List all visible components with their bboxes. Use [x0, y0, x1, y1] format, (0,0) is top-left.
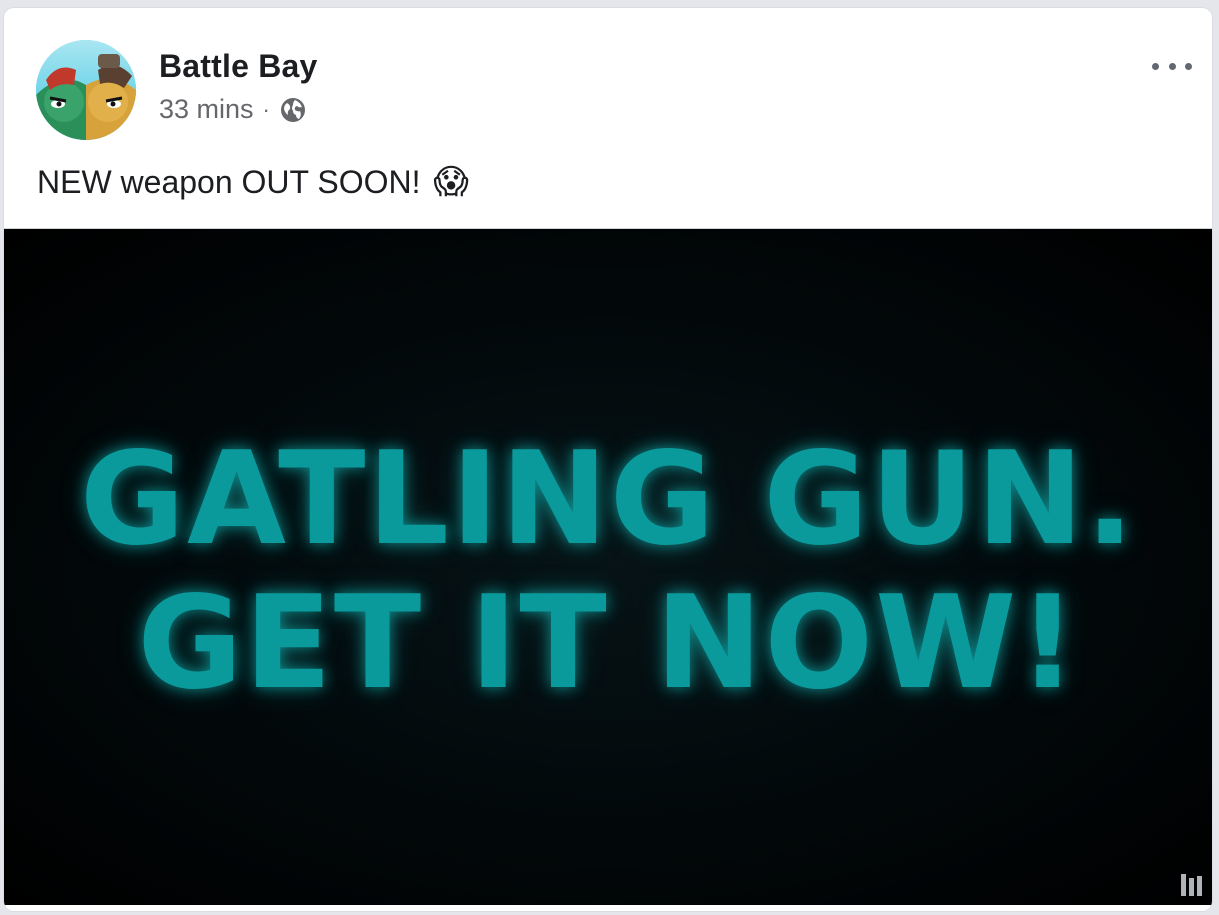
post-card: Battle Bay 33 mins · NEW weapon OUT SOON…	[4, 8, 1212, 911]
page-avatar[interactable]	[36, 40, 136, 140]
bar	[1197, 876, 1202, 896]
meta-separator: ·	[262, 96, 270, 122]
post-time[interactable]: 33 mins	[159, 94, 254, 125]
scream-emoji: 😱	[433, 163, 469, 201]
video-bars-icon[interactable]	[1181, 874, 1202, 896]
more-options-icon[interactable]	[1152, 54, 1192, 78]
more-dot	[1168, 62, 1176, 70]
post-footer-edge	[4, 905, 1212, 911]
post-text: NEW weapon OUT SOON! 😱	[37, 162, 469, 202]
bar	[1189, 878, 1194, 896]
page-name[interactable]: Battle Bay	[159, 48, 318, 85]
avatar-image	[36, 40, 136, 140]
more-dot	[1185, 62, 1192, 70]
video-player[interactable]: GATLING GUN. GET IT NOW!	[4, 228, 1212, 906]
bar	[1181, 874, 1186, 896]
post-meta: 33 mins ·	[159, 94, 307, 125]
video-headline-line1: GATLING GUN.	[79, 425, 1137, 574]
globe-icon[interactable]	[279, 96, 307, 124]
post-message: NEW weapon OUT SOON!	[37, 164, 421, 200]
post-header: Battle Bay 33 mins ·	[4, 8, 1212, 148]
video-headline-line2: GET IT NOW!	[137, 569, 1079, 718]
more-dot	[1152, 62, 1159, 70]
